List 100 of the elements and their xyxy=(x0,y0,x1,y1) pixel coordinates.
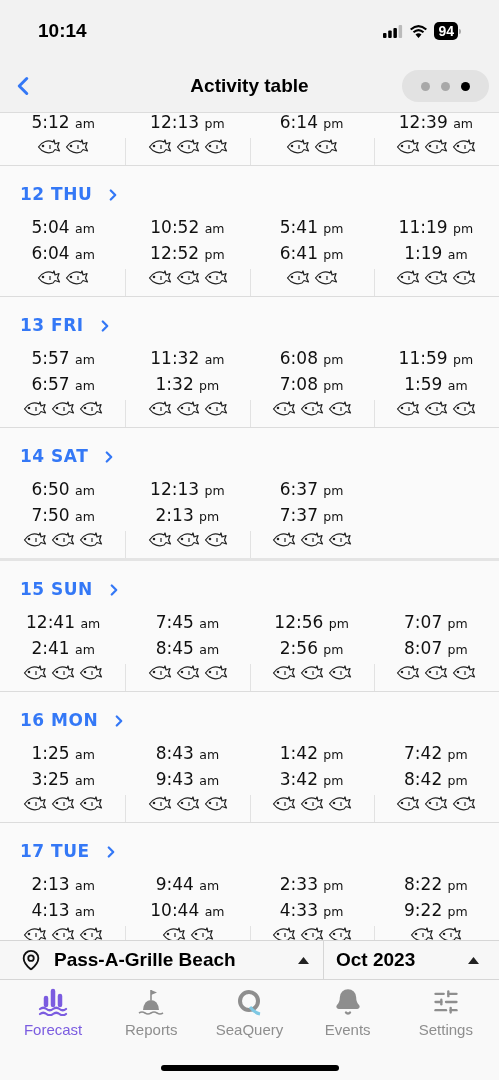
fish-icon xyxy=(175,138,200,155)
day-link[interactable]: 13 FRI xyxy=(20,313,84,339)
month-selector[interactable]: Oct 2023 xyxy=(324,941,499,979)
fish-icon xyxy=(300,795,325,812)
time-text: 8:07 pm xyxy=(404,637,468,660)
page-title: Activity table xyxy=(190,73,309,98)
fish-icon xyxy=(23,664,48,681)
fish-icon xyxy=(51,531,76,548)
fish-icon xyxy=(272,664,297,681)
time-text: 5:04 am xyxy=(31,216,95,239)
time-text: 12:41 am xyxy=(26,611,101,634)
time-text: 11:32 am xyxy=(150,347,225,370)
battery-level: 94 xyxy=(434,22,458,40)
time-text: 3:42 pm xyxy=(279,768,344,791)
day-link[interactable]: 16 MON xyxy=(20,708,99,734)
fish-icon xyxy=(272,531,297,548)
time-text: 12:13 pm xyxy=(150,478,225,501)
time-text: 5:12 am xyxy=(31,113,95,134)
fish-icon xyxy=(147,531,172,548)
fish-icon xyxy=(328,400,353,417)
fish-icon xyxy=(424,795,449,812)
bell-icon xyxy=(333,988,362,1016)
fish-icon xyxy=(79,400,104,417)
fish-icon xyxy=(410,926,435,940)
time-text: 7:08 pm xyxy=(279,373,344,396)
fish-icon xyxy=(23,531,48,548)
fish-icon xyxy=(424,138,449,155)
fish-icon xyxy=(203,795,228,812)
fish-icon xyxy=(147,400,172,417)
tab-item[interactable]: Events xyxy=(299,988,396,1042)
fish-icon xyxy=(147,664,172,681)
time-text: 1:32 pm xyxy=(155,373,220,396)
fish-icon xyxy=(396,400,421,417)
time-text: 1:19 am xyxy=(404,242,468,265)
fish-icon xyxy=(424,269,449,286)
fish-icon xyxy=(37,138,62,155)
day-link[interactable]: 15 SUN xyxy=(20,577,93,603)
page-indicator[interactable] xyxy=(402,70,489,102)
location-selector[interactable]: Pass-A-Grille Beach xyxy=(0,941,324,979)
tab-item[interactable]: Reports xyxy=(103,988,200,1042)
fish-icon xyxy=(175,531,200,548)
fish-icon xyxy=(65,138,90,155)
fish-icon xyxy=(272,400,297,417)
time-text: 10:44 am xyxy=(150,899,225,922)
tab-item[interactable]: SeaQuery xyxy=(201,988,298,1042)
time-text: 2:56 pm xyxy=(279,637,344,660)
time-text: 9:44 am xyxy=(155,873,220,896)
time-text: 8:43 am xyxy=(155,742,220,765)
day-link[interactable]: 12 THU xyxy=(20,182,93,208)
fish-icon xyxy=(175,664,200,681)
fish-icon xyxy=(203,269,228,286)
time-text: 11:19 pm xyxy=(398,216,474,239)
day-link[interactable]: 17 TUE xyxy=(20,839,90,865)
fish-icon xyxy=(203,531,228,548)
time-text: 8:45 am xyxy=(155,637,220,660)
clock-time: 10:14 xyxy=(38,18,87,43)
time-text: 7:42 pm xyxy=(404,742,468,765)
fish-icon xyxy=(175,795,200,812)
time-text: 9:43 am xyxy=(155,768,220,791)
time-text: 9:22 pm xyxy=(404,899,468,922)
time-text: 12:39 am xyxy=(398,113,473,134)
time-text: 6:04 am xyxy=(31,242,95,265)
fish-icon xyxy=(396,664,421,681)
time-text: 7:50 am xyxy=(31,504,95,527)
time-text: 2:13 am xyxy=(31,873,95,896)
day-link[interactable]: 14 SAT xyxy=(20,444,89,470)
chart-waves-icon xyxy=(38,988,69,1016)
time-text: 4:13 am xyxy=(31,899,95,922)
time-text: 12:56 pm xyxy=(274,611,349,634)
fish-icon xyxy=(328,795,353,812)
fish-icon xyxy=(79,926,104,940)
sliders-icon xyxy=(431,988,460,1016)
fish-icon xyxy=(147,269,172,286)
time-text: 3:25 am xyxy=(31,768,95,791)
time-text: 5:41 pm xyxy=(279,216,344,239)
tab-item[interactable]: Forecast xyxy=(5,988,102,1042)
time-text: 7:07 pm xyxy=(404,611,468,634)
fish-icon xyxy=(175,269,200,286)
fish-icon xyxy=(51,664,76,681)
time-text: 6:14 pm xyxy=(279,113,344,134)
time-text: 1:59 am xyxy=(404,373,468,396)
time-text: 5:57 am xyxy=(31,347,95,370)
month-label: Oct 2023 xyxy=(336,947,417,972)
fish-icon xyxy=(424,664,449,681)
fish-icon xyxy=(452,138,477,155)
fish-icon xyxy=(189,926,214,940)
time-text: 2:13 pm xyxy=(155,504,220,527)
fish-icon xyxy=(79,795,104,812)
time-text: 11:59 pm xyxy=(398,347,474,370)
fish-icon xyxy=(452,269,477,286)
fish-icon xyxy=(51,926,76,940)
fish-icon xyxy=(51,795,76,812)
fish-icon xyxy=(328,664,353,681)
time-text: 1:25 am xyxy=(31,742,95,765)
location-name: Pass-A-Grille Beach xyxy=(54,947,237,972)
fish-icon xyxy=(79,664,104,681)
fish-icon xyxy=(147,138,172,155)
tab-item[interactable]: Settings xyxy=(397,988,494,1042)
fish-icon xyxy=(23,926,48,940)
fish-icon xyxy=(424,400,449,417)
